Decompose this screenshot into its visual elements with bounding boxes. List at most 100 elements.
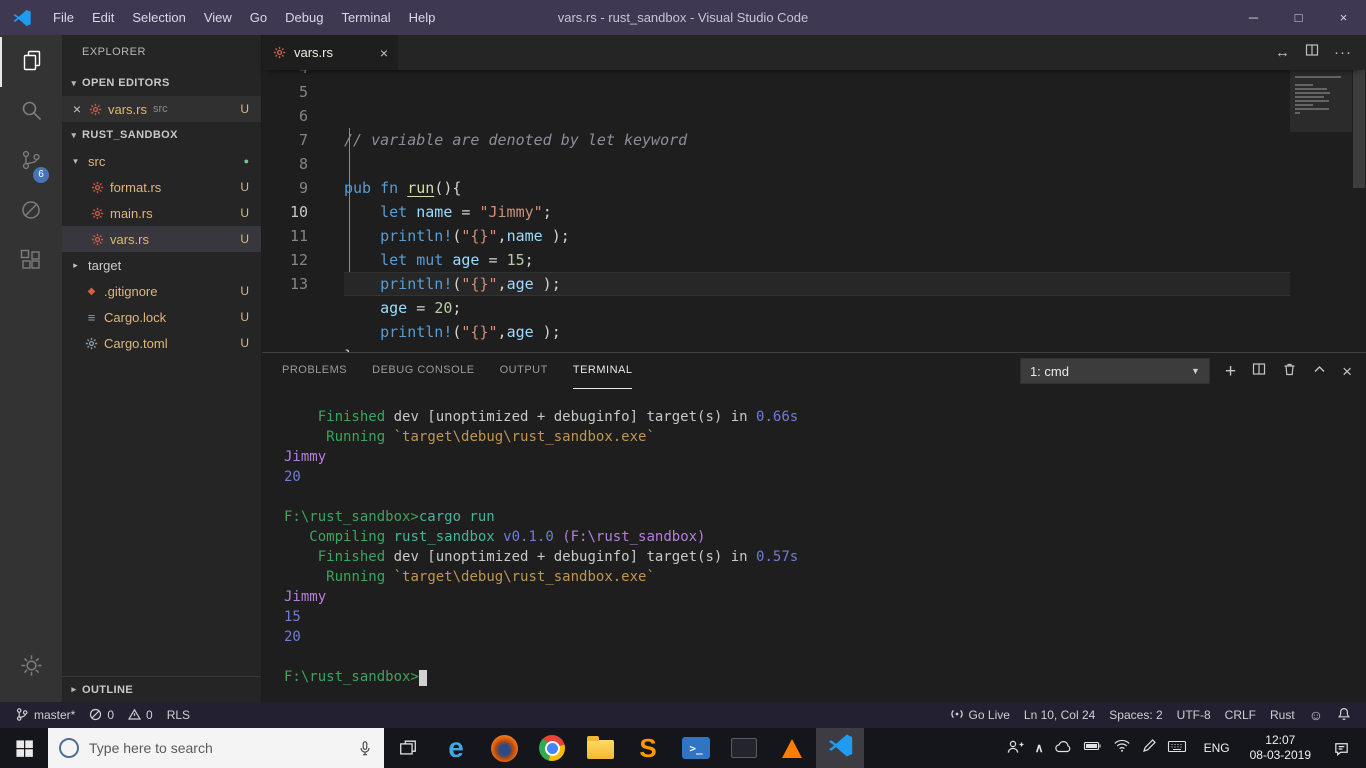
panel-tab-output[interactable]: OUTPUT (500, 353, 548, 389)
status-spaces-2[interactable]: Spaces: 2 (1102, 702, 1169, 728)
code-line-5[interactable] (344, 152, 1290, 176)
settings-button[interactable] (0, 642, 62, 692)
status-crlf[interactable]: CRLF (1218, 702, 1263, 728)
open-editor-vars-rs[interactable]: × vars.rs src U (62, 96, 261, 122)
code-line-8[interactable]: println!("{}",name ); (344, 224, 1290, 248)
editor-scrollbar[interactable] (1352, 70, 1366, 352)
menu-edit[interactable]: Edit (83, 0, 123, 35)
status-bell[interactable] (1330, 702, 1358, 728)
status-rls[interactable]: RLS (160, 702, 197, 728)
menu-go[interactable]: Go (241, 0, 276, 35)
new-terminal-button[interactable]: + (1225, 362, 1236, 381)
taskbar-app-powershell[interactable]: >_ (672, 728, 720, 768)
code-line-9[interactable]: let mut age = 15; (344, 248, 1290, 272)
tab-vars-rs[interactable]: vars.rs × (262, 35, 398, 70)
status-ln-10-col-24[interactable]: Ln 10, Col 24 (1017, 702, 1102, 728)
open-editors-header[interactable]: ▾ OPEN EDITORS (62, 70, 261, 96)
tree-item-main-rs[interactable]: main.rs U (62, 200, 261, 226)
open-changes-button[interactable]: ↔ (1275, 44, 1290, 62)
close-icon[interactable]: × (70, 101, 84, 117)
action-center-button[interactable] (1323, 740, 1360, 757)
tray-keyboard[interactable] (1162, 739, 1192, 758)
tray-battery[interactable] (1078, 739, 1108, 757)
taskbar-app-vlc[interactable] (768, 728, 816, 768)
tree-item-cargo-lock[interactable]: ≡ Cargo.lock U (62, 304, 261, 330)
code-content[interactable]: // variable are denoted by let keyword pu… (330, 70, 1290, 352)
workspace-header[interactable]: ▾ RUST_SANDBOX (62, 122, 261, 148)
extensions-icon (19, 248, 43, 276)
code-line-6[interactable]: pub fn run(){ (344, 176, 1290, 200)
code-editor[interactable]: 4 5 6 7 8 9 10 11 12 13 // variable are denoted b… (262, 70, 1366, 352)
menu-terminal[interactable]: Terminal (332, 0, 399, 35)
status-rust[interactable]: Rust (1263, 702, 1302, 728)
maximize-button[interactable]: □ (1276, 0, 1321, 35)
taskbar-app-sublime[interactable]: S (624, 728, 672, 768)
code-line-11[interactable]: age = 20; (344, 296, 1290, 320)
tree-item-gitignore[interactable]: ◆ .gitignore U (62, 278, 261, 304)
menu-help[interactable]: Help (400, 0, 445, 35)
menu-file[interactable]: File (44, 0, 83, 35)
scrollbar-thumb[interactable] (1353, 70, 1365, 188)
status-master[interactable]: master* (8, 702, 82, 728)
status-0[interactable]: 0 (121, 702, 160, 728)
close-panel-button[interactable]: × (1342, 363, 1352, 380)
tray-people[interactable] (1001, 738, 1030, 759)
taskbar-app-cmd[interactable] (720, 728, 768, 768)
code-line-4[interactable]: // variable are denoted by let keyword (344, 128, 1290, 152)
start-button[interactable] (0, 728, 48, 768)
activity-search[interactable] (0, 87, 62, 137)
taskbar-clock[interactable]: 12:07 08-03-2019 (1242, 733, 1319, 763)
taskbar-app-vscode[interactable] (816, 728, 864, 768)
activity-source-control[interactable]: 6 (0, 137, 62, 187)
tray-network[interactable] (1108, 739, 1136, 757)
code-line-13[interactable]: } (344, 344, 1290, 352)
menu-debug[interactable]: Debug (276, 0, 332, 35)
panel-tab-terminal[interactable]: TERMINAL (572, 353, 633, 389)
outline-header[interactable]: ▸ OUTLINE (62, 676, 261, 702)
taskbar-app-firefox[interactable] (480, 728, 528, 768)
activity-extensions[interactable] (0, 237, 62, 287)
status-smiley[interactable]: ☺ (1302, 702, 1330, 728)
tray-onedrive[interactable] (1049, 739, 1078, 758)
tree-item-cargo-toml[interactable]: Cargo.toml U (62, 330, 261, 356)
tree-item-vars-rs[interactable]: vars.rs U (62, 226, 261, 252)
tree-item-target[interactable]: ▸ target (62, 252, 261, 278)
minimize-button[interactable]: ─ (1231, 0, 1276, 35)
status-utf-8[interactable]: UTF-8 (1170, 702, 1218, 728)
activity-debug[interactable] (0, 187, 62, 237)
panel-tab-debug-console[interactable]: DEBUG CONSOLE (372, 353, 474, 389)
git-status-badge: U (240, 102, 249, 116)
tray-chevron-up[interactable]: ∧ (1030, 742, 1049, 754)
taskbar-search[interactable]: Type here to search (48, 728, 384, 768)
menu-selection[interactable]: Selection (123, 0, 194, 35)
tray-pen[interactable] (1136, 738, 1162, 758)
code-line-10[interactable]: println!("{}",age ); (344, 272, 1290, 296)
close-button[interactable]: × (1321, 0, 1366, 35)
status-go-live[interactable]: Go Live (943, 702, 1017, 728)
tree-item-src[interactable]: ▾ src ● (62, 148, 261, 174)
language-indicator[interactable]: ENG (1196, 741, 1238, 755)
status-0[interactable]: 0 (82, 702, 121, 728)
panel-tab-problems[interactable]: PROBLEMS (282, 353, 347, 389)
maximize-panel-button[interactable] (1312, 362, 1327, 381)
menu-view[interactable]: View (195, 0, 241, 35)
code-line-7[interactable]: let name = "Jimmy"; (344, 200, 1290, 224)
more-actions-button[interactable]: ··· (1334, 44, 1352, 62)
kill-terminal-button[interactable] (1282, 362, 1297, 381)
terminal-selector[interactable]: 1: cmd ▼ (1019, 358, 1210, 384)
task-view-button[interactable] (384, 728, 432, 768)
terminal-output[interactable]: Finished dev [unoptimized + debuginfo] t… (262, 389, 1366, 702)
line-number: 8 (298, 155, 308, 173)
activity-explorer[interactable] (0, 37, 62, 87)
minimap[interactable] (1290, 70, 1352, 352)
taskbar-app-file-explorer[interactable] (576, 728, 624, 768)
network-icon (1113, 739, 1131, 757)
close-icon[interactable]: × (380, 45, 388, 61)
split-editor-button[interactable] (1304, 42, 1320, 63)
microphone-icon[interactable] (357, 740, 373, 757)
taskbar-app-edge[interactable]: e (432, 728, 480, 768)
tree-item-format-rs[interactable]: format.rs U (62, 174, 261, 200)
taskbar-app-chrome[interactable] (528, 728, 576, 768)
split-terminal-button[interactable] (1251, 361, 1267, 381)
code-line-12[interactable]: println!("{}",age ); (344, 320, 1290, 344)
